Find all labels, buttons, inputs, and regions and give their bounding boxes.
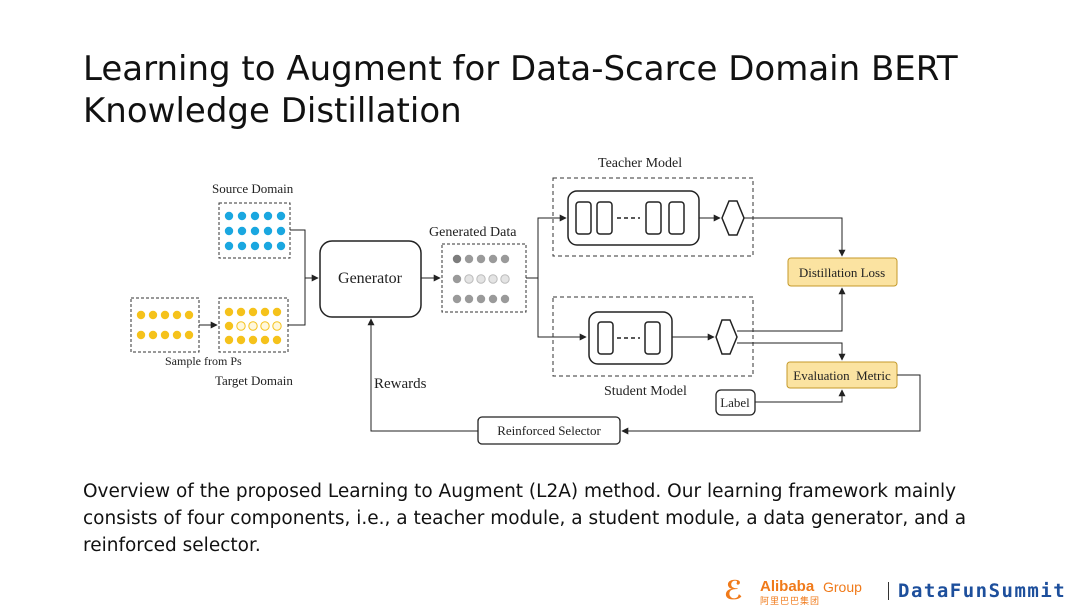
teacher-output-node bbox=[721, 200, 745, 236]
data-to-teacher bbox=[526, 214, 567, 279]
generated-dot bbox=[488, 254, 498, 264]
target-dot bbox=[248, 307, 258, 317]
student-layer-1 bbox=[597, 321, 614, 355]
target-dot bbox=[236, 321, 246, 331]
sample-dot bbox=[148, 330, 158, 340]
target-dot bbox=[260, 307, 270, 317]
sample-dot bbox=[184, 310, 194, 320]
label-to-metric bbox=[755, 389, 846, 403]
target-dot bbox=[236, 335, 246, 345]
source-dot bbox=[263, 211, 273, 221]
data-to-student bbox=[537, 278, 587, 341]
generated-dot bbox=[500, 294, 510, 304]
target-sample-box bbox=[130, 297, 200, 353]
target-dot bbox=[272, 321, 282, 331]
source-dot bbox=[224, 226, 234, 236]
target-dot bbox=[260, 335, 270, 345]
sample-from-label: Sample from Ps bbox=[165, 354, 242, 368]
source-dot bbox=[263, 241, 273, 251]
source-to-generator bbox=[290, 229, 306, 278]
generated-dot bbox=[452, 294, 462, 304]
target-to-generator bbox=[288, 274, 319, 326]
source-dot bbox=[224, 211, 234, 221]
generated-dot bbox=[488, 294, 498, 304]
distillation-loss-label: Distillation Loss bbox=[799, 265, 885, 280]
source-domain-label: Source Domain bbox=[212, 181, 294, 196]
source-dot bbox=[250, 226, 260, 236]
generated-dot bbox=[452, 274, 462, 284]
sample-dot bbox=[148, 310, 158, 320]
sample-dot bbox=[136, 330, 146, 340]
teacher-layer-4 bbox=[668, 201, 685, 235]
source-dot bbox=[237, 211, 247, 221]
target-dot bbox=[248, 321, 258, 331]
source-dot bbox=[263, 226, 273, 236]
target-domain-label: Target Domain bbox=[215, 373, 293, 388]
source-dot bbox=[237, 241, 247, 251]
target-dot bbox=[224, 335, 234, 345]
alibaba-chinese-name: 阿里巴巴集团 bbox=[760, 597, 821, 607]
reinforced-selector-label: Reinforced Selector bbox=[497, 423, 601, 438]
generated-dot bbox=[464, 274, 474, 284]
source-dot bbox=[224, 241, 234, 251]
generated-dot bbox=[500, 254, 510, 264]
teacher-model-label: Teacher Model bbox=[598, 156, 682, 171]
alibaba-wordmark: Alibaba bbox=[760, 578, 815, 595]
sample-dot bbox=[172, 330, 182, 340]
source-dot bbox=[250, 241, 260, 251]
target-dot bbox=[272, 335, 282, 345]
source-dots bbox=[224, 211, 286, 251]
teacher-layer-1 bbox=[575, 201, 592, 235]
sample-dot bbox=[172, 310, 182, 320]
slide-caption: Overview of the proposed Learning to Aug… bbox=[83, 481, 967, 556]
footer-logos: ℰ Alibaba Group 阿里巴巴集团 DataFunSummit bbox=[720, 574, 1080, 608]
sample-dot bbox=[160, 310, 170, 320]
generated-dot bbox=[464, 254, 474, 264]
sample-dot bbox=[184, 330, 194, 340]
student-output-node bbox=[715, 319, 738, 355]
generated-dots bbox=[452, 254, 510, 304]
target-dot bbox=[236, 307, 246, 317]
target-dot bbox=[260, 321, 270, 331]
alibaba-group-text: Group bbox=[823, 579, 862, 595]
target-dot bbox=[248, 335, 258, 345]
selector-to-generator bbox=[367, 318, 478, 432]
generator-label: Generator bbox=[338, 270, 403, 287]
target-dot bbox=[272, 307, 282, 317]
evaluation-metric-label: Evaluation Metric bbox=[793, 368, 891, 383]
teacher-layer-3 bbox=[645, 201, 662, 235]
source-dot bbox=[276, 241, 286, 251]
footer-separator bbox=[888, 582, 889, 600]
alibaba-logo-icon: ℰ bbox=[724, 576, 743, 606]
generated-dot bbox=[476, 294, 486, 304]
generated-dot bbox=[452, 254, 462, 264]
generated-dot bbox=[500, 274, 510, 284]
generated-dot bbox=[476, 274, 486, 284]
rewards-label: Rewards bbox=[374, 376, 427, 392]
source-dot bbox=[276, 226, 286, 236]
sample-dots bbox=[136, 310, 194, 340]
teacher-layer-2 bbox=[596, 201, 613, 235]
generated-dot bbox=[464, 294, 474, 304]
source-dot bbox=[250, 211, 260, 221]
student-model-label: Student Model bbox=[604, 384, 687, 399]
source-dot bbox=[237, 226, 247, 236]
generated-data-label: Generated Data bbox=[429, 225, 517, 240]
sample-dot bbox=[160, 330, 170, 340]
sample-dot bbox=[136, 310, 146, 320]
teacher-to-loss bbox=[744, 217, 846, 257]
datafun-summit-logo: DataFunSummit bbox=[898, 580, 1067, 602]
generated-dot bbox=[488, 274, 498, 284]
target-dot bbox=[224, 307, 234, 317]
student-layer-2 bbox=[644, 321, 661, 355]
generated-dot bbox=[476, 254, 486, 264]
target-dot bbox=[224, 321, 234, 331]
target-dots bbox=[224, 307, 282, 345]
label-text: Label bbox=[720, 395, 750, 410]
source-dot bbox=[276, 211, 286, 221]
